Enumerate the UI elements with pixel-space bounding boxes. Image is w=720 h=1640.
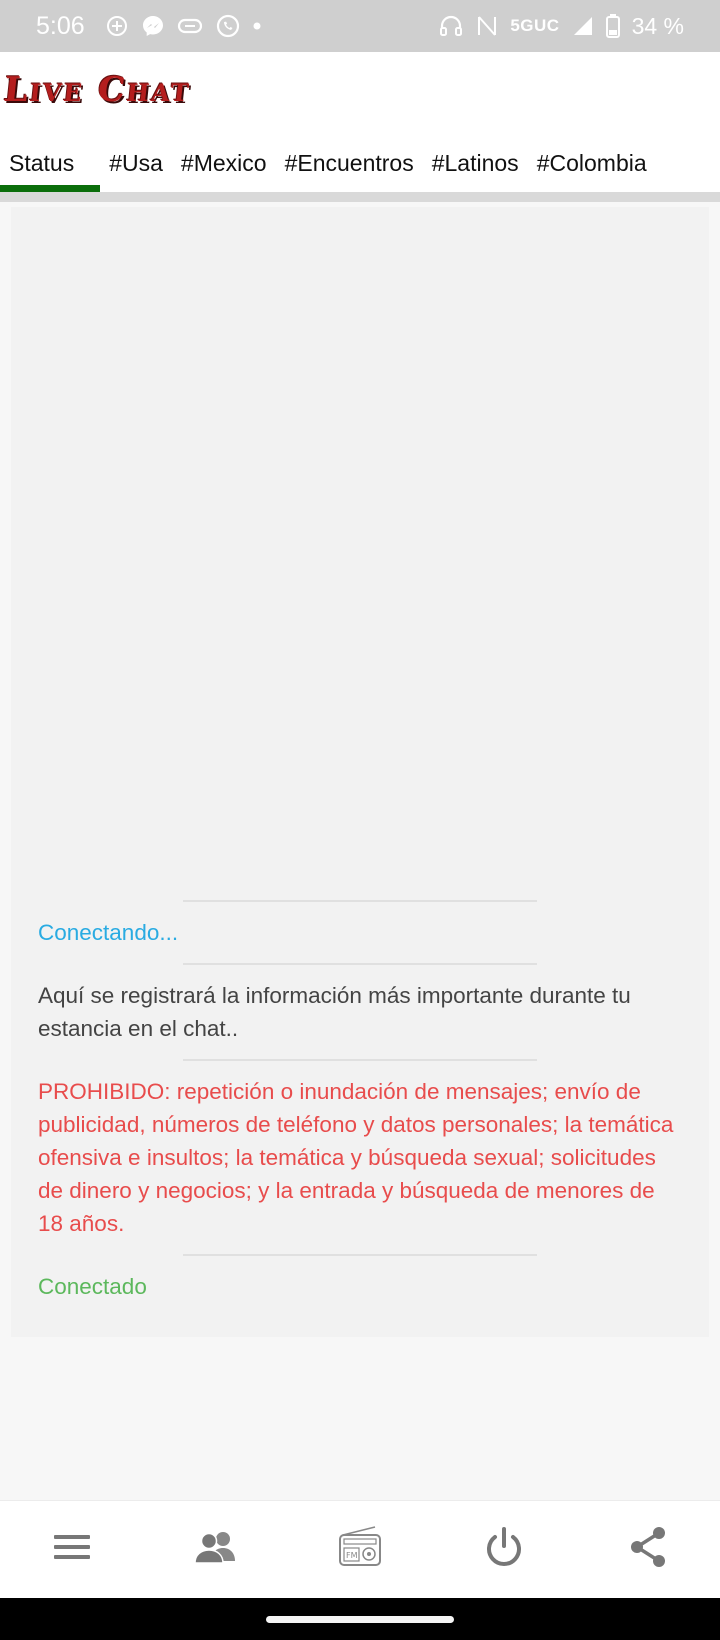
app-header: Live Chat Status #Usa #Mexico #Encuentro… [0, 52, 720, 192]
tab-mexico[interactable]: #Mexico [172, 144, 276, 192]
share-icon [628, 1526, 668, 1573]
header-divider [0, 192, 720, 202]
system-navigation-bar [0, 1598, 720, 1640]
radio-icon: FM [337, 1525, 383, 1574]
add-circle-icon [105, 14, 129, 38]
tab-latinos[interactable]: #Latinos [423, 144, 528, 192]
radio-button[interactable]: FM [320, 1510, 400, 1590]
status-bar-left: 5:06 [36, 12, 261, 41]
svg-text:FM: FM [346, 1551, 358, 1560]
status-bar: 5:06 5GUC 34 % [0, 0, 720, 52]
log-entry-connecting: Conectando... [38, 920, 179, 945]
power-icon [484, 1526, 524, 1573]
home-gesture-pill[interactable] [266, 1616, 454, 1623]
status-log-panel[interactable]: Conectando... Aquí se registrará la info… [11, 207, 709, 1337]
headphones-icon [438, 13, 464, 39]
battery-percent: 34 % [631, 12, 684, 39]
messenger-icon [141, 14, 165, 38]
dot-icon [253, 22, 261, 30]
battery-icon [605, 14, 620, 38]
status-log: Conectando... Aquí se registrará la info… [11, 900, 709, 1317]
menu-button[interactable] [32, 1510, 112, 1590]
nfc-icon [476, 14, 498, 38]
status-time: 5:06 [36, 11, 85, 40]
status-bar-right: 5GUC 34 % [438, 13, 684, 40]
users-button[interactable] [176, 1510, 256, 1590]
bottom-navigation: FM [0, 1500, 720, 1598]
tab-colombia[interactable]: #Colombia [528, 144, 656, 192]
log-entry-info: Aquí se registrará la información más im… [38, 983, 631, 1041]
tab-status[interactable]: Status [0, 144, 101, 192]
chat-bubble-icon [177, 14, 203, 38]
share-button[interactable] [608, 1510, 688, 1590]
channel-tabs: Status #Usa #Mexico #Encuentros #Latinos… [0, 144, 720, 192]
network-type: 5GUC [510, 16, 560, 35]
users-icon [193, 1529, 239, 1570]
log-entry-rules-warning: PROHIBIDO: repetición o inundación de me… [38, 1079, 674, 1236]
tab-encuentros[interactable]: #Encuentros [276, 144, 423, 192]
menu-icon [52, 1531, 92, 1568]
signal-icon [572, 15, 594, 37]
app-logo: Live Chat [1, 70, 193, 110]
log-entry-connected: Conectado [38, 1274, 147, 1299]
power-button[interactable] [464, 1510, 544, 1590]
tab-usa[interactable]: #Usa [100, 144, 172, 192]
whatsapp-icon [215, 13, 241, 39]
